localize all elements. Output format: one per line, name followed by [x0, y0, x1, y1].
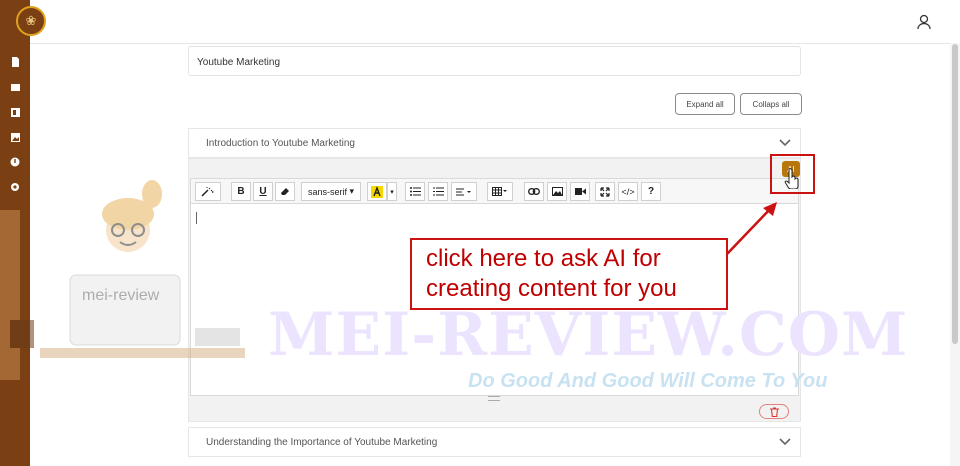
- watermark-tagline: Do Good And Good Will Come To You: [468, 370, 828, 392]
- document-icon[interactable]: [8, 55, 22, 69]
- editor-toolbar: B U sans-serif ▾ ▾ </> ?: [190, 178, 799, 204]
- bullet-list-icon[interactable]: [405, 182, 425, 201]
- instruction-callout: click here to ask AI for creating conten…: [410, 238, 728, 310]
- user-icon[interactable]: [914, 12, 934, 32]
- hand-cursor-icon: [784, 168, 799, 189]
- section-header-importance[interactable]: Understanding the Importance of Youtube …: [188, 427, 801, 457]
- code-view-button[interactable]: </>: [618, 182, 638, 201]
- editor-resize-handle[interactable]: [488, 396, 500, 401]
- mascot-illustration: mei-review: [0, 180, 245, 380]
- watermark-brand: MEI-REVIEW.COM: [268, 300, 909, 370]
- link-icon[interactable]: [524, 182, 544, 201]
- align-icon[interactable]: [451, 182, 477, 201]
- topic-title-input[interactable]: Youtube Marketing: [188, 46, 801, 76]
- section-label: Understanding the Importance of Youtube …: [206, 437, 438, 448]
- table-icon[interactable]: [487, 182, 513, 201]
- font-family-select[interactable]: sans-serif ▾: [301, 182, 361, 201]
- delete-section-button[interactable]: [759, 404, 789, 419]
- section-header-introduction[interactable]: Introduction to Youtube Marketing: [188, 128, 801, 158]
- image-icon[interactable]: [8, 130, 22, 144]
- eraser-icon[interactable]: [275, 182, 295, 201]
- layout-icon[interactable]: [8, 105, 22, 119]
- fullscreen-icon[interactable]: [595, 182, 615, 201]
- section-label: Introduction to Youtube Marketing: [206, 138, 355, 149]
- power-icon[interactable]: [8, 155, 22, 169]
- numbered-list-icon[interactable]: [428, 182, 448, 201]
- expand-all-button[interactable]: Expand all: [675, 93, 735, 115]
- app-logo-icon[interactable]: ❀: [16, 6, 46, 36]
- trash-icon: [769, 406, 779, 417]
- image-insert-icon[interactable]: [547, 182, 567, 201]
- help-button[interactable]: ?: [641, 182, 661, 201]
- text-color-icon[interactable]: [367, 182, 387, 201]
- callout-line-2: creating content for you: [426, 275, 677, 302]
- collapse-all-button[interactable]: Collaps all: [740, 93, 802, 115]
- font-family-value: sans-serif: [307, 186, 347, 197]
- video-icon[interactable]: [570, 182, 590, 201]
- arrow-icon: [726, 202, 777, 255]
- scrollbar-thumb[interactable]: [952, 44, 958, 344]
- folder-icon[interactable]: [8, 80, 22, 94]
- color-dropdown-icon[interactable]: ▾: [387, 182, 397, 201]
- mascot-label: mei-review: [82, 287, 160, 304]
- chevron-down-icon[interactable]: [778, 434, 792, 448]
- chevron-down-icon[interactable]: [778, 135, 792, 149]
- callout-line-1: click here to ask AI for: [426, 245, 661, 272]
- top-bar: [30, 0, 960, 44]
